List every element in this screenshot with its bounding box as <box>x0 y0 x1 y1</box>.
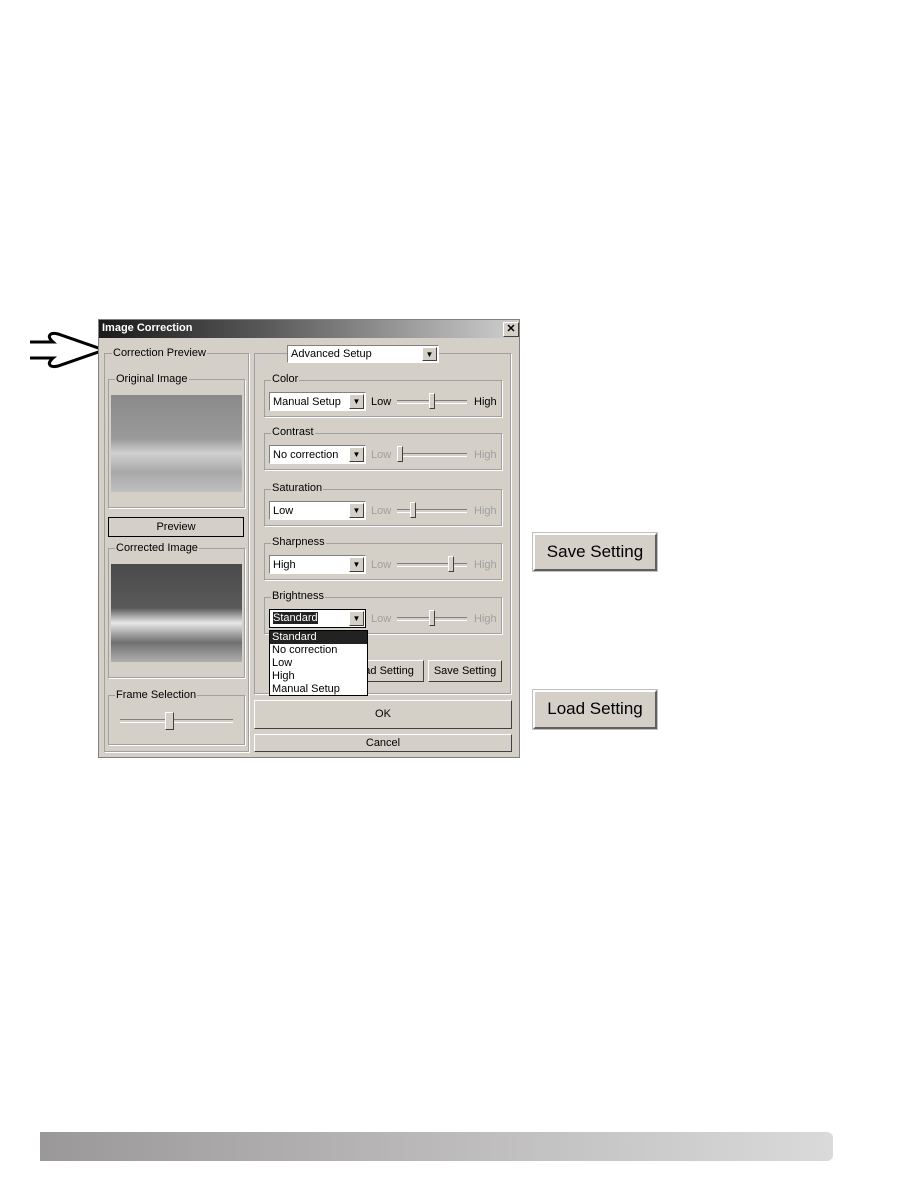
dropdown-option[interactable]: Standard <box>270 631 367 644</box>
brightness-select[interactable]: Standard ▼ <box>269 609 366 628</box>
group-label: Brightness <box>271 590 325 602</box>
mode-select-value: Advanced Setup <box>291 348 372 360</box>
chevron-down-icon[interactable]: ▼ <box>349 503 364 518</box>
select-value: High <box>273 559 296 571</box>
contrast-slider <box>397 453 467 457</box>
close-button[interactable]: ✕ <box>503 322 519 337</box>
select-value: Standard <box>273 612 318 624</box>
cancel-button[interactable]: Cancel <box>254 734 512 752</box>
slider-thumb[interactable] <box>429 393 435 409</box>
select-value: Manual Setup <box>273 396 341 408</box>
correction-preview-label: Correction Preview <box>112 347 207 359</box>
sharpness-slider <box>397 563 467 567</box>
slider-thumb <box>409 502 416 518</box>
dropdown-option[interactable]: Low <box>270 657 367 670</box>
low-label: Low <box>371 449 392 461</box>
select-value: Low <box>273 505 294 517</box>
low-label: Low <box>371 505 392 517</box>
dialog-title: Image Correction <box>102 322 193 334</box>
brightness-dropdown-list: Standard No correction Low High Manual Setup <box>269 630 368 696</box>
save-setting-button[interactable]: Save Setting <box>428 660 502 682</box>
high-label: High <box>474 396 497 408</box>
pointer-hand-icon <box>30 332 108 368</box>
select-value: No correction <box>273 449 339 461</box>
preview-button[interactable]: Preview <box>108 517 244 537</box>
mode-select[interactable]: Advanced Setup ▼ <box>287 345 439 363</box>
group-label: Saturation <box>271 482 324 494</box>
contrast-select[interactable]: No correction ▼ <box>269 445 366 464</box>
close-icon: ✕ <box>506 323 516 335</box>
high-label: High <box>474 449 497 461</box>
group-label: Contrast <box>271 426 315 438</box>
slider-thumb <box>448 556 455 572</box>
load-setting-callout-button: Load Setting <box>532 689 658 730</box>
save-setting-callout-button: Save Setting <box>532 532 658 572</box>
group-label: Color <box>271 373 300 385</box>
low-label: Low <box>371 396 392 408</box>
dropdown-option[interactable]: Manual Setup <box>270 683 367 696</box>
dropdown-option[interactable]: No correction <box>270 644 367 657</box>
high-label: High <box>474 613 497 625</box>
dropdown-option[interactable]: High <box>270 670 367 683</box>
low-label: Low <box>371 613 392 625</box>
chevron-down-icon[interactable]: ▼ <box>349 611 364 626</box>
low-label: Low <box>371 559 392 571</box>
chevron-down-icon[interactable]: ▼ <box>349 447 364 462</box>
chevron-down-icon[interactable]: ▼ <box>422 347 437 361</box>
original-image-label: Original Image <box>115 373 189 385</box>
high-label: High <box>474 505 497 517</box>
saturation-select[interactable]: Low ▼ <box>269 501 366 520</box>
group-label: Sharpness <box>271 536 326 548</box>
chevron-down-icon[interactable]: ▼ <box>349 557 364 572</box>
high-label: High <box>474 559 497 571</box>
corrected-image <box>111 564 242 662</box>
ok-button[interactable]: OK <box>254 700 512 729</box>
frame-selection-label: Frame Selection <box>115 689 198 701</box>
slider-thumb <box>429 610 435 626</box>
saturation-slider <box>397 509 467 513</box>
original-image <box>111 395 242 492</box>
frame-selection-track[interactable] <box>120 719 233 723</box>
sharpness-select[interactable]: High ▼ <box>269 555 366 574</box>
color-select[interactable]: Manual Setup ▼ <box>269 392 366 411</box>
title-bar[interactable]: Image Correction <box>99 320 519 338</box>
footer-bar <box>40 1132 833 1161</box>
corrected-image-label: Corrected Image <box>115 542 199 554</box>
frame-selection-thumb[interactable] <box>165 712 175 730</box>
chevron-down-icon[interactable]: ▼ <box>349 394 364 409</box>
slider-thumb <box>397 446 403 462</box>
